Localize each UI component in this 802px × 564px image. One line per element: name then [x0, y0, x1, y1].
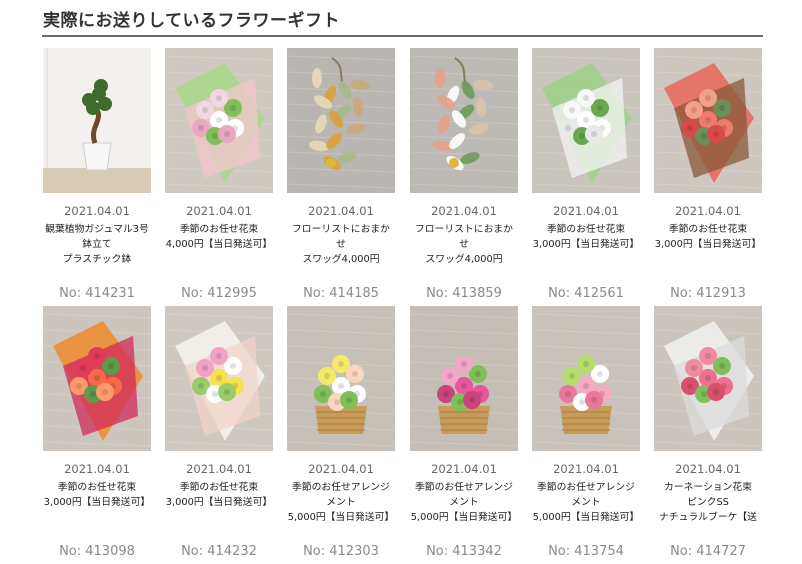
gift-name[interactable]: 季節のお任せ花束 3,000円【当日発送可】: [654, 222, 762, 286]
gift-date: 2021.04.01: [553, 462, 619, 476]
page-title: 実際にお送りしているフラワーギフト: [43, 11, 340, 31]
gift-name[interactable]: 季節のお任せ花束 3,000円【当日発送可】: [165, 480, 273, 544]
gift-photo[interactable]: [654, 306, 762, 451]
gift-photo[interactable]: [410, 306, 518, 451]
gift-number: No: 413754: [548, 544, 624, 559]
gift-photo[interactable]: [532, 306, 640, 451]
gift-date: 2021.04.01: [186, 462, 252, 476]
gift-name[interactable]: 季節のお任せ花束 3,000円【当日発送可】: [43, 480, 151, 544]
photo-illustration: [43, 48, 151, 193]
gift-date: 2021.04.01: [553, 204, 619, 218]
gift-number: No: 412561: [548, 286, 624, 301]
gift-card[interactable]: 2021.04.01 季節のお任せアレンジ メント 5,000円【当日発送可】 …: [532, 306, 640, 560]
gift-date: 2021.04.01: [675, 204, 741, 218]
gift-card[interactable]: 2021.04.01 季節のお任せ花束 3,000円【当日発送可】 No: 41…: [43, 306, 151, 560]
gift-card[interactable]: 2021.04.01 観葉植物ガジュマル3号 鉢立て プラスチック鉢 No: 4…: [43, 48, 151, 302]
gift-number: No: 414231: [59, 286, 135, 301]
gift-name[interactable]: フローリストにおまか せ スワッグ4,000円: [410, 222, 518, 286]
gift-card[interactable]: 2021.04.01 フローリストにおまか せ スワッグ4,000円 No: 4…: [287, 48, 395, 302]
gift-name[interactable]: 季節のお任せアレンジ メント 5,000円【当日発送可】: [287, 480, 395, 544]
gift-number: No: 412995: [181, 286, 257, 301]
gift-card[interactable]: 2021.04.01 カーネーション花束 ピンクSS ナチュラルブーケ【送 No…: [654, 306, 762, 560]
gift-photo[interactable]: [165, 48, 273, 193]
gift-photo[interactable]: [43, 306, 151, 451]
gift-card[interactable]: 2021.04.01 季節のお任せ花束 3,000円【当日発送可】 No: 41…: [165, 306, 273, 560]
gift-number: No: 413098: [59, 544, 135, 559]
gift-date: 2021.04.01: [308, 462, 374, 476]
gift-number: No: 413859: [426, 286, 502, 301]
gallery-row-1: 2021.04.01 観葉植物ガジュマル3号 鉢立て プラスチック鉢 No: 4…: [43, 48, 763, 306]
gift-date: 2021.04.01: [431, 204, 497, 218]
gift-name[interactable]: 季節のお任せ花束 3,000円【当日発送可】: [532, 222, 640, 286]
gift-date: 2021.04.01: [431, 462, 497, 476]
gift-number: No: 413342: [426, 544, 502, 559]
photo-illustration: [165, 306, 273, 451]
photo-illustration: [654, 48, 762, 193]
gift-card[interactable]: 2021.04.01 フローリストにおまか せ スワッグ4,000円 No: 4…: [410, 48, 518, 302]
gift-name[interactable]: 季節のお任せアレンジ メント 5,000円【当日発送可】: [532, 480, 640, 544]
gift-number: No: 412303: [303, 544, 379, 559]
photo-illustration: [43, 306, 151, 451]
photo-illustration: [410, 306, 518, 451]
gift-date: 2021.04.01: [308, 204, 374, 218]
gift-card[interactable]: 2021.04.01 季節のお任せ花束 3,000円【当日発送可】 No: 41…: [654, 48, 762, 302]
gift-number: No: 412913: [670, 286, 746, 301]
gift-gallery: 2021.04.01 観葉植物ガジュマル3号 鉢立て プラスチック鉢 No: 4…: [43, 48, 763, 564]
gift-name[interactable]: カーネーション花束 ピンクSS ナチュラルブーケ【送: [654, 480, 762, 544]
photo-illustration: [165, 48, 273, 193]
gift-photo[interactable]: [410, 48, 518, 193]
gift-number: No: 414232: [181, 544, 257, 559]
gift-date: 2021.04.01: [186, 204, 252, 218]
gift-date: 2021.04.01: [675, 462, 741, 476]
gift-name[interactable]: 季節のお任せアレンジ メント 5,000円【当日発送可】: [410, 480, 518, 544]
gift-photo[interactable]: [165, 306, 273, 451]
title-divider: [42, 35, 763, 37]
gift-photo[interactable]: [532, 48, 640, 193]
gift-photo[interactable]: [654, 48, 762, 193]
gift-date: 2021.04.01: [64, 462, 130, 476]
gift-photo[interactable]: [287, 306, 395, 451]
gallery-row-2: 2021.04.01 季節のお任せ花束 3,000円【当日発送可】 No: 41…: [43, 306, 763, 564]
gift-number: No: 414185: [303, 286, 379, 301]
gift-number: No: 414727: [670, 544, 746, 559]
photo-illustration: [287, 48, 395, 193]
gift-card[interactable]: 2021.04.01 季節のお任せ花束 4,000円【当日発送可】 No: 41…: [165, 48, 273, 302]
gift-card[interactable]: 2021.04.01 季節のお任せ花束 3,000円【当日発送可】 No: 41…: [532, 48, 640, 302]
gift-name[interactable]: フローリストにおまか せ スワッグ4,000円: [287, 222, 395, 286]
gift-photo[interactable]: [287, 48, 395, 193]
photo-illustration: [654, 306, 762, 451]
gift-card[interactable]: 2021.04.01 季節のお任せアレンジ メント 5,000円【当日発送可】 …: [410, 306, 518, 560]
photo-illustration: [532, 306, 640, 451]
gift-date: 2021.04.01: [64, 204, 130, 218]
photo-illustration: [287, 306, 395, 451]
photo-illustration: [532, 48, 640, 193]
gift-name[interactable]: 季節のお任せ花束 4,000円【当日発送可】: [165, 222, 273, 286]
gift-card[interactable]: 2021.04.01 季節のお任せアレンジ メント 5,000円【当日発送可】 …: [287, 306, 395, 560]
gift-photo[interactable]: [43, 48, 151, 193]
gift-name[interactable]: 観葉植物ガジュマル3号 鉢立て プラスチック鉢: [43, 222, 151, 286]
photo-illustration: [410, 48, 518, 193]
